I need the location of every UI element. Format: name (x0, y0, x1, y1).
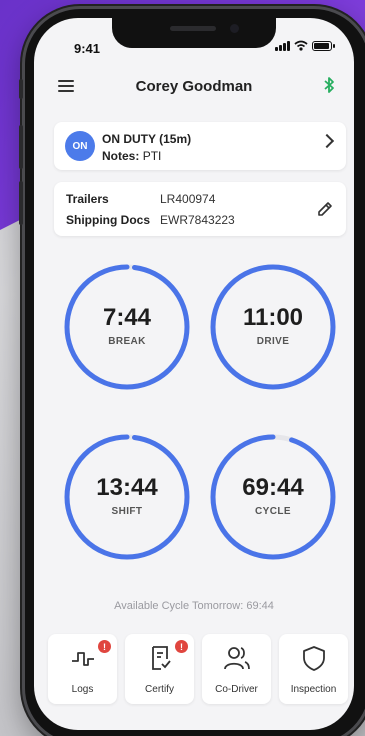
shift-timer[interactable]: 13:44 SHIFT (62, 432, 192, 562)
cycle-label: CYCLE (255, 506, 291, 517)
signal-icon (275, 40, 290, 51)
tab-logs[interactable]: ! Logs (48, 634, 117, 704)
certify-icon (151, 646, 171, 670)
cycle-timer[interactable]: 69:44 CYCLE (208, 432, 338, 562)
break-timer[interactable]: 7:44 BREAK (62, 262, 192, 392)
tab-co-driver[interactable]: Co-Driver (202, 634, 271, 704)
bottom-nav: ! Logs ! Certify Co-Driver Inspection (48, 634, 348, 704)
volume-down-button (19, 181, 23, 225)
tab-certify-label: Certify (145, 684, 174, 695)
tab-logs-label: Logs (71, 684, 94, 695)
tab-certify[interactable]: ! Certify (125, 634, 194, 704)
front-camera (230, 24, 239, 33)
tab-co-driver-label: Co-Driver (215, 684, 258, 695)
notes-label: Notes: (102, 149, 140, 163)
tab-inspection[interactable]: Inspection (279, 634, 348, 704)
shipping-docs-value: EWR7843223 (160, 213, 235, 227)
duty-notes: Notes: PTI (102, 149, 161, 163)
drive-label: DRIVE (256, 336, 290, 347)
co-driver-icon (223, 647, 250, 670)
logs-alert-badge: ! (98, 640, 111, 653)
silent-switch (19, 79, 23, 99)
cycle-tomorrow-note: Available Cycle Tomorrow: 69:44 (114, 600, 274, 612)
certify-alert-badge: ! (175, 640, 188, 653)
drive-time: 11:00 (242, 304, 304, 331)
driver-name: Corey Goodman (135, 78, 253, 95)
cycle-time: 69:44 (242, 474, 304, 501)
volume-up-button (19, 125, 23, 169)
break-label: BREAK (108, 336, 146, 347)
documents-card: Trailers LR400974 Shipping Docs EWR78432… (54, 182, 346, 236)
trailers-value: LR400974 (160, 192, 216, 206)
edit-icon[interactable] (316, 200, 334, 218)
logs-icon (71, 652, 94, 666)
duty-badge: ON (65, 131, 95, 161)
tab-inspection-label: Inspection (290, 684, 337, 695)
notes-value: PTI (142, 149, 162, 163)
chevron-right-icon[interactable] (319, 133, 335, 149)
break-time: 7:44 (102, 304, 152, 331)
drive-timer[interactable]: 11:00 DRIVE (208, 262, 338, 392)
shipping-docs-label: Shipping Docs (66, 213, 150, 227)
speaker (170, 26, 216, 31)
bluetooth-icon[interactable] (322, 76, 336, 94)
status-icons (275, 40, 335, 51)
app-screen: 9:41 Corey Goodman ON ON DUTY (15m) Note… (34, 18, 354, 730)
duty-status: ON DUTY (15m) (102, 132, 192, 146)
notch (112, 18, 276, 48)
trailers-label: Trailers (66, 192, 109, 206)
status-time: 9:41 (74, 41, 101, 56)
battery-icon (312, 40, 335, 51)
shift-label: SHIFT (111, 506, 143, 517)
app-header: Corey Goodman (34, 70, 354, 106)
shift-time: 13:44 (96, 474, 158, 501)
wifi-icon (294, 40, 308, 51)
duty-status-card[interactable]: ON ON DUTY (15m) Notes: PTI (54, 122, 346, 170)
shield-icon (302, 646, 325, 671)
